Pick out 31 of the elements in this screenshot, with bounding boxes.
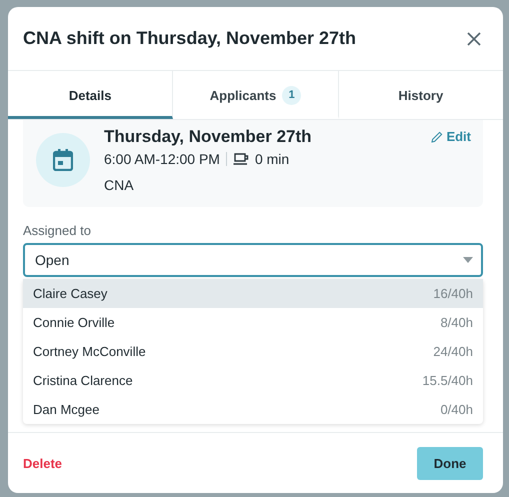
- hours-text: 0/40h: [440, 402, 473, 417]
- done-button[interactable]: Done: [417, 446, 483, 480]
- dialog-title: CNA shift on Thursday, November 27th: [23, 28, 356, 49]
- dropdown-option[interactable]: Cristina Clarence 15.5/40h: [23, 366, 483, 395]
- assignee-dropdown[interactable]: Open: [23, 243, 483, 277]
- employee-name: Claire Casey: [33, 286, 108, 301]
- hours-text: 8/40h: [440, 315, 473, 330]
- shift-date: Thursday, November 27th: [104, 127, 312, 147]
- count-badge: 1: [282, 86, 302, 104]
- shift-role: CNA: [104, 177, 135, 193]
- field-label: Assigned to: [23, 223, 92, 238]
- employee-name: Cristina Clarence: [33, 373, 133, 388]
- employee-name: Connie Orville: [33, 315, 115, 330]
- break-duration: 0 min: [254, 151, 290, 167]
- dropdown-option[interactable]: Cortney McConville 24/40h: [23, 337, 483, 366]
- pencil-icon: [431, 130, 444, 142]
- delete-button[interactable]: Delete: [23, 456, 62, 470]
- close-icon: [466, 30, 482, 46]
- employee-name: Cortney McConville: [33, 344, 146, 359]
- dropdown-option[interactable]: Claire Casey 16/40h: [23, 279, 483, 308]
- tab[interactable]: Details: [8, 71, 174, 119]
- hours-text: 15.5/40h: [422, 373, 473, 388]
- caret-icon: [463, 257, 473, 263]
- hours-text: 24/40h: [433, 344, 473, 359]
- cup-icon: [232, 152, 249, 166]
- dropdown-option[interactable]: Connie Orville 8/40h: [23, 308, 483, 337]
- shift-time: 6:00 AM-12:00 PM: [104, 151, 220, 167]
- employee-name: Dan Mcgee: [33, 402, 100, 417]
- hours-text: 16/40h: [433, 286, 473, 301]
- edit-link[interactable]: Edit: [431, 127, 471, 144]
- dropdown-option[interactable]: Dan Mcgee 0/40h: [23, 395, 483, 424]
